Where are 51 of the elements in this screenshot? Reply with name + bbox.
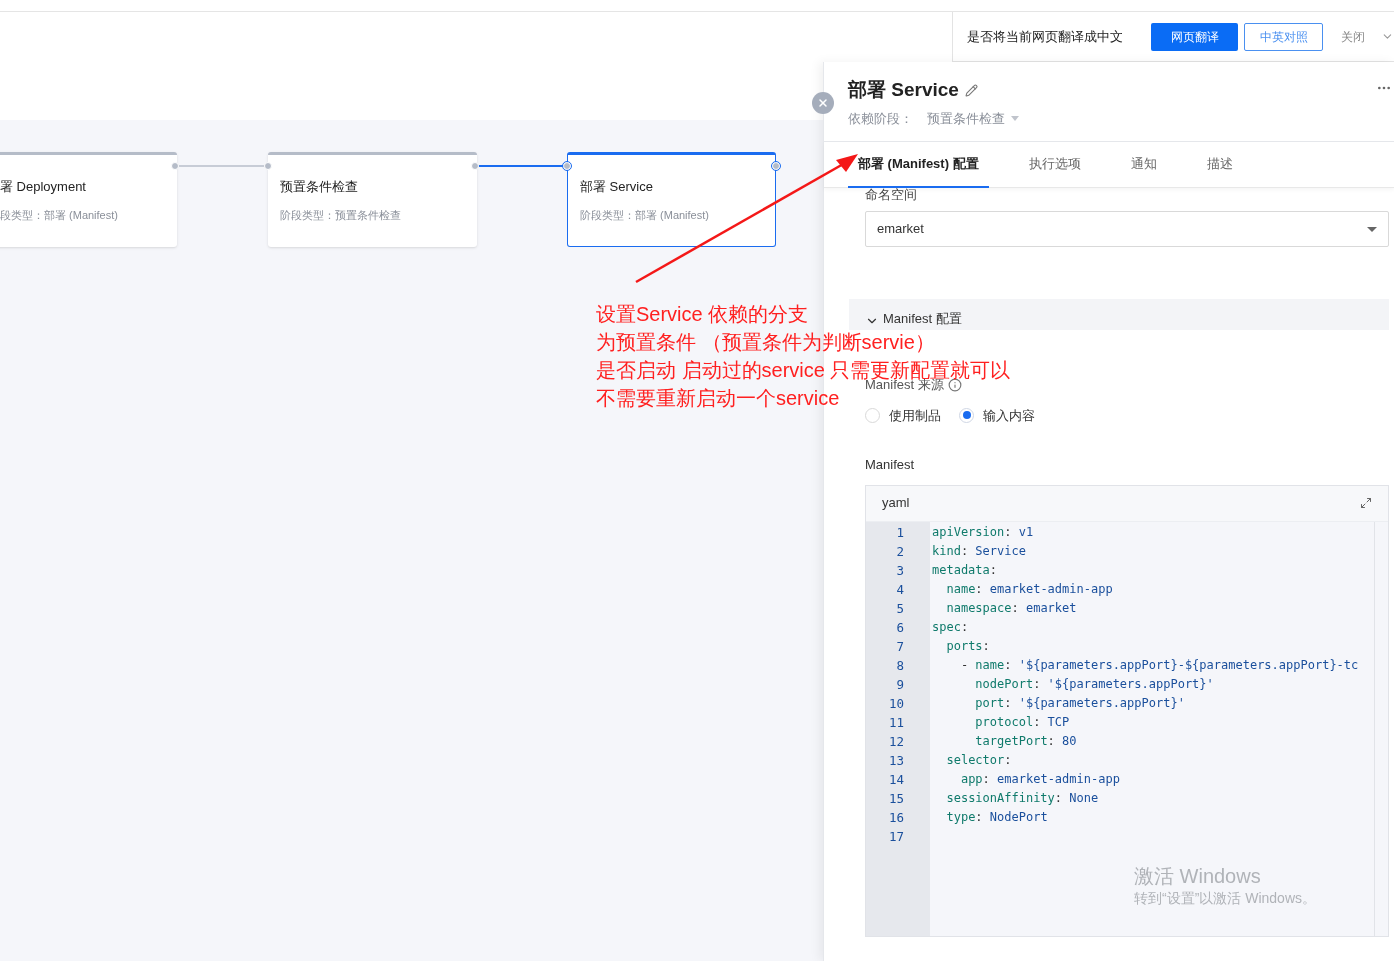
stage-type: 阶段类型：部署 (Manifest): [580, 207, 710, 223]
code-line: kind: Service: [931, 542, 1026, 560]
section-header[interactable]: Manifest 配置: [849, 299, 1389, 330]
annotation-text: 不需要重新启动一个service: [596, 388, 840, 408]
code-line: protocol: TCP: [974, 713, 1070, 731]
drawer-title: 部署 Service: [848, 78, 959, 102]
edit-icon[interactable]: [964, 83, 978, 97]
code-line: spec:: [931, 618, 969, 636]
code-line: targetPort: 80: [974, 732, 1077, 750]
activation-subtitle: 转到“设置”以激活 Windows。: [1134, 888, 1316, 908]
radio-option[interactable]: 输入内容: [959, 405, 1035, 425]
translate-button[interactable]: 网页翻译: [1151, 22, 1238, 51]
stage-title: 预置条件检查: [280, 178, 359, 196]
stage-title: 署 Deployment: [0, 178, 87, 196]
annotation-text: 为预置条件 （预置条件为判断servie）: [596, 332, 935, 352]
tab[interactable]: 执行选项: [1018, 142, 1091, 188]
code-line: selector:: [945, 751, 1012, 769]
activation-title: 激活 Windows: [1134, 863, 1262, 888]
tab[interactable]: 通知: [1120, 142, 1167, 188]
code-line: namespace: emarket: [945, 599, 1077, 617]
close-button[interactable]: 关闭: [1341, 27, 1366, 46]
annotation-text: 设置Service 依赖的分支: [596, 304, 809, 324]
code-line: - name: '${parameters.appPort}-${parameters.appPort}-tc: [959, 656, 1359, 674]
translate-prompt: 是否将当前网页翻译成中文: [967, 27, 1124, 46]
stage-type: 阶段类型：预置条件检查: [280, 207, 402, 223]
code-line: name: emarket-admin-app: [945, 580, 1113, 598]
code-editor[interactable]: [865, 484, 1389, 937]
language-label: yaml: [882, 494, 910, 513]
stage-card[interactable]: 署 Deployment 段类型：部署 (Manifest): [0, 152, 177, 247]
stage-card[interactable]: 预置条件检查 阶段类型：预置条件检查: [268, 152, 477, 247]
close-icon: [817, 97, 829, 109]
code-line: metadata:: [931, 561, 998, 579]
code-line: nodePort: '${parameters.appPort}': [974, 675, 1214, 693]
annotation-text: 是否启动 启动过的service 只需更新配置就可以: [596, 360, 1011, 380]
radio-option[interactable]: 使用制品: [865, 405, 941, 425]
dependency-label: 依赖阶段：: [848, 109, 913, 128]
expand-icon[interactable]: [1360, 497, 1372, 509]
code-line: app: emarket-admin-app: [959, 770, 1120, 788]
code-line: type: NodePort: [945, 808, 1048, 826]
namespace-label: 命名空间: [865, 186, 918, 204]
namespace-select[interactable]: emarket: [865, 211, 1389, 247]
manifest-label: Manifest: [865, 456, 916, 474]
caret-icon: [1367, 226, 1377, 232]
code-line: apiVersion: v1: [931, 523, 1034, 541]
stage-type: 段类型：部署 (Manifest): [0, 207, 119, 223]
stage-title: 部署 Service: [580, 178, 654, 196]
code-line: ports:: [945, 637, 990, 655]
tab[interactable]: 描述: [1196, 142, 1243, 188]
code-line: sessionAffinity: None: [945, 789, 1099, 807]
stage-card[interactable]: 部署 Service 阶段类型：部署 (Manifest): [567, 152, 776, 247]
code-line: port: '${parameters.appPort}': [974, 694, 1185, 712]
